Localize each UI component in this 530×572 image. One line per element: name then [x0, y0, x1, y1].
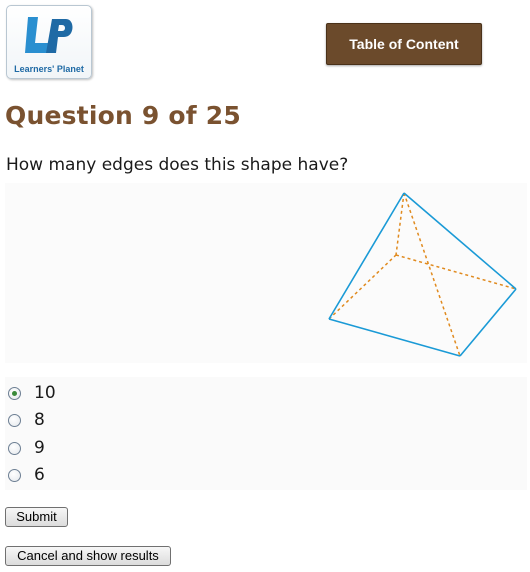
option-label: 8 [34, 410, 45, 430]
question-title: Question 9 of 25 [5, 101, 241, 130]
table-of-content-button[interactable]: Table of Content [326, 23, 482, 65]
hidden-edge [395, 192, 405, 256]
cancel-and-show-results-button[interactable]: Cancel and show results [5, 546, 171, 566]
visible-edge [328, 192, 405, 320]
option-9[interactable]: 9 [8, 437, 45, 459]
option-label: 9 [34, 438, 45, 458]
option-8[interactable]: 8 [8, 409, 45, 431]
visible-edge [328, 318, 461, 357]
option-10[interactable]: 10 [8, 382, 56, 404]
visible-edges [328, 192, 517, 357]
hidden-edge [328, 254, 397, 320]
option-6[interactable]: 6 [8, 464, 45, 486]
hidden-edge [395, 254, 517, 290]
learners-planet-logo: Learners' Planet [6, 5, 92, 79]
radio-button-selected[interactable] [8, 386, 21, 400]
visible-edge [459, 288, 517, 357]
radio-button[interactable] [8, 441, 21, 455]
logo-text: Learners' Planet [14, 64, 84, 74]
radio-button[interactable] [8, 413, 21, 427]
option-label: 10 [34, 383, 56, 403]
radio-button[interactable] [8, 468, 21, 482]
option-label: 6 [34, 465, 45, 485]
submit-button[interactable]: Submit [5, 507, 68, 527]
hidden-edges [328, 192, 517, 357]
square-pyramid-figure [328, 192, 517, 357]
lp-logo-icon [25, 17, 73, 53]
answer-options: 10 8 9 6 [5, 377, 527, 490]
figure-area [5, 183, 527, 363]
question-text: How many edges does this shape have? [6, 155, 349, 175]
